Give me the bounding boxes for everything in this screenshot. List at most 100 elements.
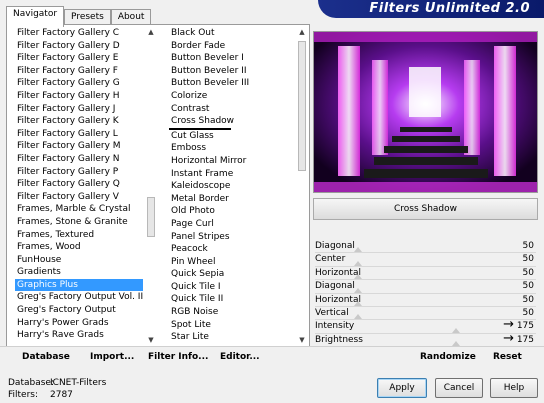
tab-navigator[interactable]: Navigator [6, 6, 65, 27]
filter-item[interactable]: Emboss [169, 142, 293, 155]
category-item[interactable]: Greg's Factory Output [15, 304, 143, 317]
category-item[interactable]: Filter Factory Gallery E [15, 52, 143, 65]
import-button[interactable]: Import... [90, 352, 134, 362]
filter-item[interactable]: Contrast [169, 103, 293, 116]
parameter-sliders: Diagonal 50 Center 50 Horizontal 50 Diagonal 50… [313, 240, 538, 348]
tab-bar: Navigator Presets About [6, 6, 152, 27]
divider [0, 346, 544, 347]
category-item[interactable]: Filter Factory Gallery C [15, 27, 143, 40]
category-item[interactable]: Filter Factory Gallery F [15, 65, 143, 78]
help-button[interactable]: Help [490, 378, 538, 398]
parameter-label: Vertical [315, 307, 349, 318]
filter-item[interactable]: Peacock [169, 243, 293, 256]
category-item[interactable]: Graphics Plus [15, 278, 143, 292]
filter-item[interactable]: Cross Shadow [169, 115, 234, 130]
parameter-label: Center [315, 254, 346, 265]
category-item[interactable]: Filter Factory Gallery L [15, 128, 143, 141]
cancel-button[interactable]: Cancel [435, 378, 483, 398]
parameter-value: 50 [522, 294, 534, 305]
filter-item[interactable]: Colorize [169, 90, 293, 103]
database-label: Database: [8, 378, 54, 388]
filter-item[interactable]: Quick Tile I [169, 281, 293, 294]
slider-thumb[interactable] [354, 274, 363, 280]
filter-item[interactable]: Horizontal Mirror [169, 155, 293, 168]
parameter-row[interactable]: Diagonal 50 [313, 240, 538, 254]
filter-item[interactable]: Border Fade [169, 40, 293, 53]
filter-name-bar: Cross Shadow [313, 198, 538, 220]
scroll-up-icon[interactable]: ▲ [146, 27, 156, 37]
filter-item[interactable]: Metal Border [169, 193, 293, 206]
scroll-down-icon[interactable]: ▼ [146, 335, 156, 345]
category-item[interactable]: Frames, Textured [15, 229, 143, 242]
filter-item[interactable]: Panel Stripes [169, 231, 293, 244]
slider-thumb[interactable] [354, 247, 363, 253]
filter-item[interactable]: Kaleidoscope [169, 180, 293, 193]
category-item[interactable]: Harry's Power Grads [15, 317, 143, 330]
category-item[interactable]: Filter Factory Gallery M [15, 140, 143, 153]
database-button[interactable]: Database [22, 352, 70, 362]
apply-button[interactable]: Apply [377, 378, 427, 398]
randomize-button[interactable]: Randomize [420, 352, 476, 362]
filter-list: Black Out Border Fade Button Beveler I Butt… [169, 27, 293, 344]
slider-thumb[interactable] [452, 327, 461, 333]
parameter-value: 50 [522, 307, 534, 318]
filter-info-button[interactable]: Filter Info... [148, 352, 208, 362]
reset-button[interactable]: Reset [493, 352, 522, 362]
category-item[interactable]: Filter Factory Gallery K [15, 115, 143, 128]
filter-item[interactable]: Black Out [169, 27, 293, 40]
database-value: ICNET-Filters [50, 378, 107, 388]
category-list: Filter Factory Gallery C Filter Factory G… [15, 27, 143, 342]
arrow-right-icon: → [503, 330, 514, 346]
category-scroll-thumb[interactable] [147, 197, 155, 237]
slider-thumb[interactable] [354, 287, 363, 293]
category-scrollbar[interactable]: ▲ ▼ [146, 27, 156, 345]
category-item[interactable]: Filter Factory Gallery G [15, 77, 143, 90]
category-item[interactable]: Harry's Rave Grads [15, 329, 143, 342]
parameter-value: 50 [522, 267, 534, 278]
filter-item[interactable]: Cut Glass [169, 130, 293, 143]
filter-item[interactable]: Pin Wheel [169, 256, 293, 269]
category-item[interactable]: Filter Factory Gallery V [15, 191, 143, 204]
parameter-row[interactable]: Horizontal 50 [313, 267, 538, 281]
category-item[interactable]: Filter Factory Gallery D [15, 40, 143, 53]
category-item[interactable]: FunHouse [15, 254, 143, 267]
parameter-row[interactable]: Center 50 [313, 253, 538, 267]
filter-item[interactable]: Page Curl [169, 218, 293, 231]
app-title: Filters Unlimited 2.0 [369, 1, 530, 16]
slider-thumb[interactable] [354, 300, 363, 306]
parameter-row[interactable]: Diagonal 50 [313, 280, 538, 294]
filter-item[interactable]: Old Photo [169, 205, 293, 218]
category-item[interactable]: Filter Factory Gallery J [15, 103, 143, 116]
app-banner: Filters Unlimited 2.0 [318, 0, 544, 18]
category-item[interactable]: Frames, Wood [15, 241, 143, 254]
filter-item[interactable]: Instant Frame [169, 168, 293, 181]
parameter-label: Intensity [315, 321, 355, 332]
category-item[interactable]: Frames, Marble & Crystal [15, 203, 143, 216]
filter-item[interactable]: Quick Tile II [169, 293, 293, 306]
filter-item[interactable]: Button Beveler III [169, 77, 293, 90]
scroll-up-icon[interactable]: ▲ [297, 27, 307, 37]
scroll-down-icon[interactable]: ▼ [297, 335, 307, 345]
filter-item[interactable]: Star Lite [169, 331, 293, 344]
parameter-row[interactable]: Horizontal 50 [313, 294, 538, 307]
parameter-value: 175 [516, 321, 534, 332]
filter-item[interactable]: Spot Lite [169, 319, 293, 332]
category-item[interactable]: Greg's Factory Output Vol. II [15, 291, 143, 304]
category-item[interactable]: Filter Factory Gallery P [15, 166, 143, 179]
filter-item[interactable]: Button Beveler I [169, 52, 293, 65]
category-item[interactable]: Gradients [15, 266, 143, 279]
arrow-right-icon: → [503, 317, 514, 333]
category-item[interactable]: Filter Factory Gallery N [15, 153, 143, 166]
filter-item[interactable]: Button Beveler II [169, 65, 293, 78]
category-item[interactable]: Filter Factory Gallery Q [15, 178, 143, 191]
filter-item[interactable]: RGB Noise [169, 306, 293, 319]
slider-thumb[interactable] [354, 314, 363, 320]
category-item[interactable]: Frames, Stone & Granite [15, 216, 143, 229]
parameter-value: 50 [522, 241, 534, 251]
filter-scroll-thumb[interactable] [298, 41, 306, 171]
filter-item[interactable]: Quick Sepia [169, 268, 293, 281]
slider-thumb[interactable] [354, 260, 363, 266]
filter-scrollbar[interactable]: ▲ ▼ [297, 27, 307, 345]
editor-button[interactable]: Editor... [220, 352, 260, 362]
category-item[interactable]: Filter Factory Gallery H [15, 90, 143, 103]
